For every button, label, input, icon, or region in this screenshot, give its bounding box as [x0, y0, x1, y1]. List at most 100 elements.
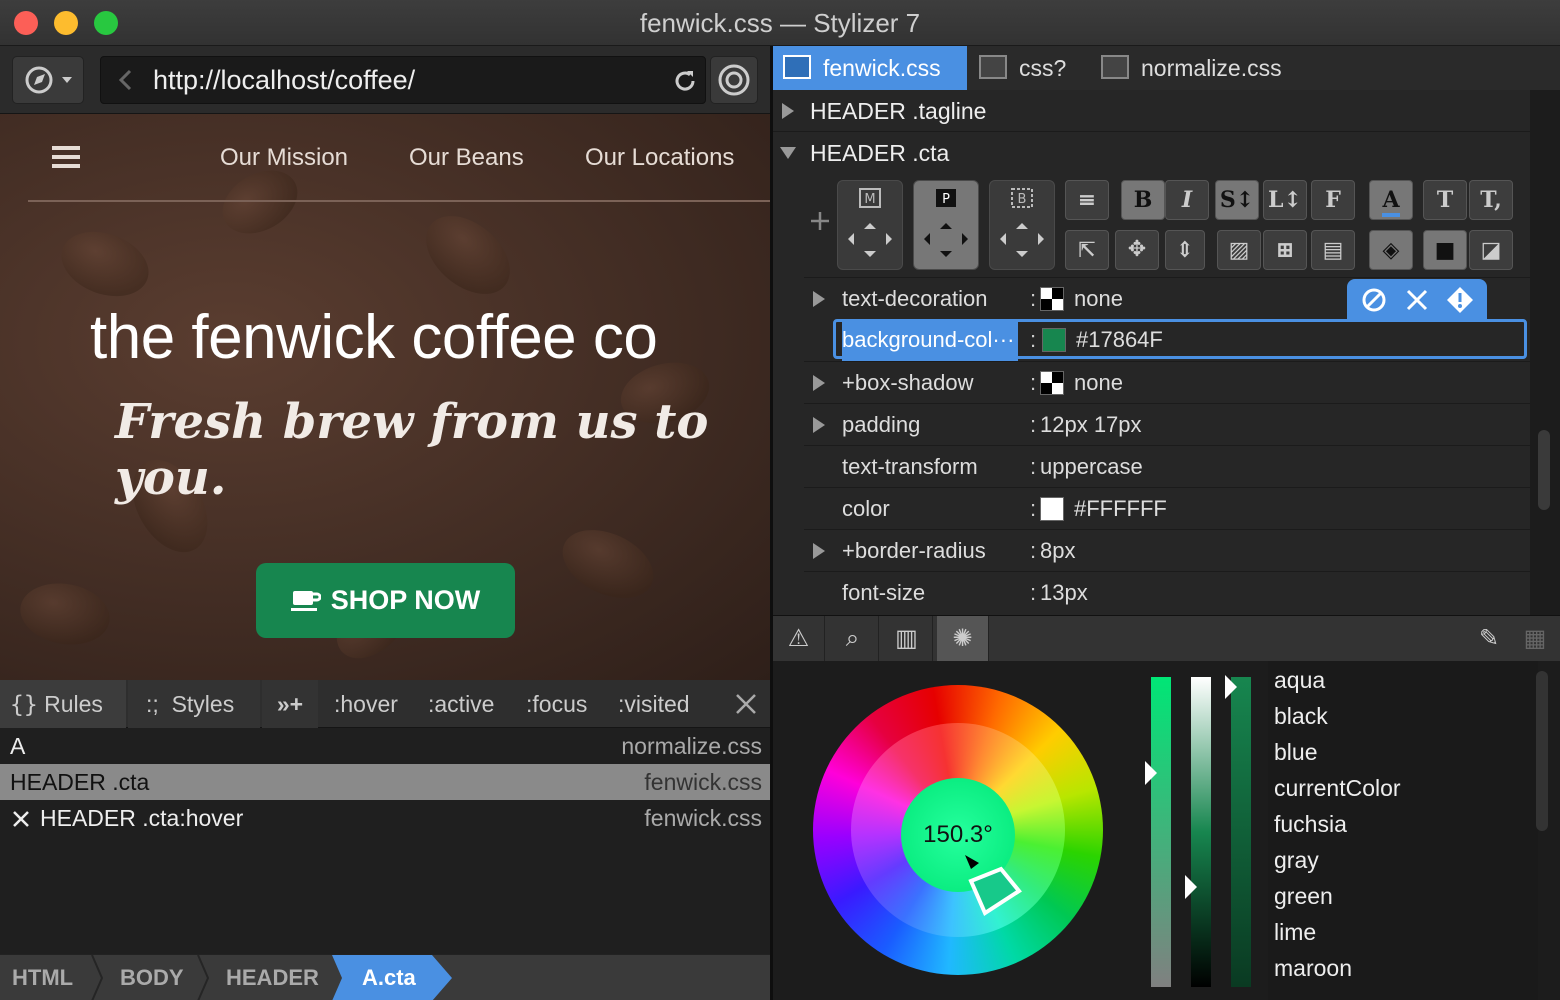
nav-our-mission[interactable]: Our Mission — [220, 144, 348, 172]
z-index-icon[interactable]: ⇕ — [1165, 230, 1205, 270]
rule-row-selected[interactable]: HEADER .cta fenwick.css — [0, 764, 772, 800]
text-transform-icon[interactable]: T — [1423, 180, 1467, 220]
crumb-html[interactable]: HTML — [12, 955, 73, 1000]
css-scrollbar[interactable] — [1530, 90, 1560, 615]
saturation-slider[interactable] — [1151, 677, 1171, 987]
expand-triangle-icon[interactable] — [812, 542, 826, 560]
color-name-item[interactable]: aqua — [1274, 667, 1325, 694]
shop-now-button[interactable]: SHOP NOW — [256, 563, 515, 638]
nav-our-beans[interactable]: Our Beans — [409, 144, 524, 172]
add-property-icon[interactable] — [809, 210, 831, 232]
text-color-icon[interactable]: A — [1369, 180, 1413, 220]
rule-row[interactable]: HEADER .cta:hover fenwick.css — [0, 800, 772, 836]
prop-border-radius[interactable]: +border-radius: 8px — [804, 529, 1530, 571]
hue-selector-icon[interactable] — [959, 851, 1029, 921]
browser-menu-button[interactable] — [12, 56, 84, 104]
warning-icon[interactable]: ⚠ — [773, 616, 825, 662]
prop-box-shadow[interactable]: +box-shadow: none — [804, 361, 1530, 403]
color-swatch[interactable] — [1040, 287, 1064, 311]
search-icon[interactable]: ⌕ — [827, 616, 879, 662]
background-image-icon[interactable]: ▨ — [1217, 230, 1261, 270]
prop-font-size[interactable]: font-size: 13px — [804, 571, 1530, 613]
color-name-item[interactable]: green — [1274, 883, 1333, 910]
alpha-slider[interactable] — [1231, 677, 1251, 987]
property-value[interactable]: 8px — [1040, 530, 1075, 572]
position-icon[interactable]: ⇱ — [1065, 230, 1109, 270]
expand-triangle-icon[interactable] — [812, 290, 826, 308]
color-name-item[interactable]: blue — [1274, 739, 1317, 766]
rule-row[interactable]: Anormalize.css — [0, 728, 772, 764]
prop-color[interactable]: color: #FFFFFF — [804, 487, 1530, 529]
crumb-a-cta[interactable]: A.cta — [362, 955, 416, 1000]
disable-icon[interactable] — [1361, 287, 1387, 313]
move-icon[interactable]: ✥ — [1115, 230, 1159, 270]
background-repeat-icon[interactable]: ▤ — [1311, 230, 1355, 270]
color-name-item[interactable]: maroon — [1274, 955, 1352, 982]
slider-handle-icon[interactable] — [1185, 875, 1197, 899]
border-tool[interactable]: B — [989, 180, 1055, 270]
crumb-header[interactable]: HEADER — [226, 955, 319, 1000]
pseudo-visited[interactable]: :visited — [618, 680, 690, 728]
nav-our-locations[interactable]: Our Locations — [585, 144, 734, 172]
tab-normalize-css[interactable]: normalize.css — [1091, 46, 1311, 90]
address-bar[interactable] — [100, 56, 706, 104]
background-position-icon[interactable]: ⊞ — [1263, 230, 1307, 270]
prop-padding[interactable]: padding: 12px 17px — [804, 403, 1530, 445]
color-name-item[interactable]: black — [1274, 703, 1328, 730]
pseudo-focus[interactable]: :focus — [526, 680, 587, 728]
expand-triangle-icon[interactable] — [812, 374, 826, 392]
back-icon[interactable] — [111, 65, 141, 95]
delete-icon[interactable] — [1405, 288, 1429, 312]
property-value[interactable]: 12px 17px — [1040, 404, 1142, 446]
color-name-item[interactable]: currentColor — [1274, 775, 1401, 802]
color-name-item[interactable]: gray — [1274, 847, 1319, 874]
font-size-icon[interactable]: S↕ — [1215, 180, 1259, 220]
italic-icon[interactable]: I — [1165, 180, 1209, 220]
line-height-icon[interactable]: L↕ — [1263, 180, 1307, 220]
target-button[interactable] — [710, 56, 758, 104]
pseudo-hover[interactable]: :hover — [334, 680, 398, 728]
color-swatch[interactable] — [1042, 328, 1066, 352]
lightness-slider[interactable] — [1191, 677, 1211, 987]
grid-icon[interactable]: ▦ — [1509, 616, 1560, 662]
tab-css[interactable]: css? — [969, 46, 1089, 90]
tab-rules[interactable]: {} Rules — [0, 680, 126, 728]
reload-icon[interactable] — [669, 65, 701, 97]
url-input[interactable] — [153, 63, 653, 97]
scroll-thumb[interactable] — [1538, 430, 1550, 510]
box-shadow-icon[interactable]: ■ — [1423, 230, 1467, 270]
property-value[interactable]: none — [1074, 362, 1123, 404]
font-family-icon[interactable]: F — [1311, 180, 1355, 220]
color-wheel-icon[interactable]: ✺ — [937, 616, 989, 662]
slider-handle-icon[interactable] — [1225, 675, 1237, 699]
eyedropper-icon[interactable]: ✎ — [1463, 616, 1515, 662]
tab-styles[interactable]: :; Styles — [128, 680, 260, 728]
property-value[interactable]: #FFFFFF — [1074, 488, 1167, 530]
background-color-icon[interactable]: ◈ — [1369, 230, 1413, 270]
selector-row-expanded[interactable]: HEADER .cta — [773, 132, 1530, 174]
expand-triangle-icon[interactable] — [812, 416, 826, 434]
border-radius-icon[interactable]: ◪ — [1469, 230, 1513, 270]
bold-icon[interactable]: B — [1121, 180, 1165, 220]
important-icon[interactable] — [1445, 285, 1475, 315]
slider-handle-icon[interactable] — [1145, 761, 1157, 785]
pseudo-active[interactable]: :active — [428, 680, 494, 728]
property-value[interactable]: uppercase — [1040, 446, 1143, 488]
property-value[interactable]: 13px — [1040, 572, 1088, 614]
align-left-icon[interactable]: ≡ — [1065, 180, 1109, 220]
tab-fenwick-css[interactable]: fenwick.css — [773, 46, 967, 90]
property-value[interactable]: none — [1074, 278, 1123, 320]
color-name-item[interactable]: lime — [1274, 919, 1316, 946]
gradient-icon[interactable]: ▥ — [881, 616, 933, 662]
remove-icon[interactable] — [12, 810, 30, 828]
hamburger-menu-icon[interactable] — [52, 144, 84, 172]
prop-background-color[interactable]: background-col···: #17864F — [833, 319, 1527, 361]
margin-tool[interactable]: M — [837, 180, 903, 270]
add-pseudo-icon[interactable]: »+ — [262, 680, 318, 728]
collapse-triangle-icon[interactable] — [779, 146, 797, 160]
selector-row[interactable]: HEADER .tagline — [773, 90, 1530, 132]
crumb-body[interactable]: BODY — [120, 955, 184, 1000]
padding-tool[interactable]: P — [913, 180, 979, 270]
prop-text-transform[interactable]: text-transform: uppercase — [804, 445, 1530, 487]
color-swatch[interactable] — [1040, 497, 1064, 521]
